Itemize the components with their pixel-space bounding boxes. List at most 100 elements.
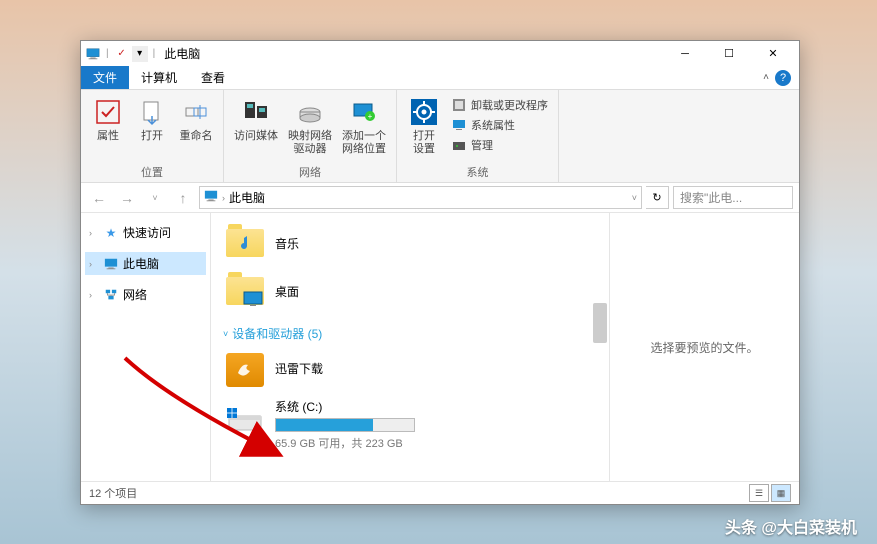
ribbon-label: 系统属性 [471,117,515,133]
content-area: › ★ 快速访问 › 此电脑 › 网络 [81,213,799,481]
uninstall-button[interactable]: 卸载或更改程序 [449,96,550,114]
back-button[interactable]: ← [87,186,111,210]
nav-this-pc[interactable]: › 此电脑 [85,252,206,275]
scrollbar-thumb[interactable] [593,303,607,343]
chevron-right-icon: › [89,290,99,300]
ribbon-group-location: 属性 打开 重命名 位置 [81,90,224,182]
access-media-button[interactable]: 访问媒体 [232,94,280,145]
window-controls: ─ ☐ ✕ [663,41,795,66]
rename-icon [180,96,212,128]
item-label: 桌面 [275,283,299,300]
navigation-pane: › ★ 快速访问 › 此电脑 › 网络 [81,213,211,481]
tab-view[interactable]: 查看 [189,66,237,89]
desktop-folder-icon [225,271,265,311]
pc-icon[interactable] [85,46,101,62]
refresh-button[interactable]: ↻ [646,186,669,209]
tiles-view-button[interactable]: ▦ [771,484,791,502]
ribbon: 属性 打开 重命名 位置 访问媒体 [81,90,799,183]
map-drive-button[interactable]: 映射网络 驱动器 [286,94,334,158]
qat-separator: | [106,48,109,59]
close-button[interactable]: ✕ [751,41,795,66]
checkmark-icon[interactable]: ✓ [114,46,130,62]
ribbon-group-name: 网络 [232,162,388,180]
rename-button[interactable]: 重命名 [177,94,215,145]
qat-icons: | ✓ ▾ | [85,46,158,62]
capacity-bar [275,418,415,432]
drive-details: 系统 (C:) 65.9 GB 可用，共 223 GB [275,398,415,451]
drive-icon [225,398,265,438]
chevron-up-icon[interactable]: ˄ [763,72,769,83]
chevron-down-icon: ˅ [223,329,228,339]
add-location-button[interactable]: + 添加一个 网络位置 [340,94,388,158]
item-count: 12 个项目 [89,485,137,501]
recent-dropdown[interactable]: ˅ [143,186,167,210]
breadcrumb[interactable]: › 此电脑 ˅ [199,186,642,209]
item-label: 迅雷下载 [275,360,323,377]
drive-c[interactable]: 系统 (C:) 65.9 GB 可用，共 223 GB [219,394,601,455]
breadcrumb-item[interactable]: 此电脑 [229,189,265,206]
manage-button[interactable]: 管理 [449,136,550,154]
search-input[interactable]: 搜索"此电... [673,186,793,209]
properties-button[interactable]: 属性 [89,94,127,145]
minimize-button[interactable]: ─ [663,41,707,66]
ribbon-label: 映射网络 驱动器 [288,130,332,156]
manage-icon [451,137,467,153]
capacity-fill [276,419,373,431]
details-view-button[interactable]: ☰ [749,484,769,502]
tab-computer[interactable]: 计算机 [129,66,189,89]
star-icon: ★ [103,225,119,241]
ribbon-label: 添加一个 网络位置 [342,130,386,156]
ribbon-tabs: 文件 计算机 查看 ˄ ? [81,66,799,90]
window-title: 此电脑 [164,45,200,62]
ribbon-group-network: 访问媒体 映射网络 驱动器 + 添加一个 网络位置 网络 [224,90,397,182]
settings-icon [408,96,440,128]
maximize-button[interactable]: ☐ [707,41,751,66]
checkmark-icon [92,96,124,128]
title-bar: | ✓ ▾ | 此电脑 ─ ☐ ✕ [81,41,799,66]
capacity-text: 65.9 GB 可用，共 223 GB [275,435,415,451]
view-buttons: ☰ ▦ [749,484,791,502]
network-location-icon: + [348,96,380,128]
dropdown-icon[interactable]: ˅ [632,193,637,203]
ribbon-label: 卸载或更改程序 [471,97,548,113]
music-folder-icon [225,223,265,263]
dropdown-icon[interactable]: ▾ [132,46,148,62]
explorer-window: | ✓ ▾ | 此电脑 ─ ☐ ✕ 文件 计算机 查看 ˄ ? 属性 [80,40,800,505]
media-icon [240,96,272,128]
pc-icon [204,189,218,206]
help-icon[interactable]: ? [775,70,791,86]
watermark: 头条 @大白菜装机 [725,514,857,538]
system-properties-button[interactable]: 系统属性 [449,116,550,134]
address-bar: ← → ˅ ↑ › 此电脑 ˅ ↻ 搜索"此电... [81,183,799,213]
ribbon-right: ˄ ? [763,66,799,89]
open-icon [136,96,168,128]
folder-music[interactable]: 音乐 [219,219,601,267]
breadcrumb-sep: › [222,193,225,203]
nav-network[interactable]: › 网络 [85,283,206,306]
pc-icon [103,256,119,272]
network-icon [103,287,119,303]
nav-quick-access[interactable]: › ★ 快速访问 [85,221,206,244]
tab-file[interactable]: 文件 [81,66,129,89]
preview-text: 选择要预览的文件。 [650,339,758,356]
folder-xunlei[interactable]: 迅雷下载 [219,346,601,394]
open-settings-button[interactable]: 打开 设置 [405,94,443,158]
preview-pane: 选择要预览的文件。 [609,213,799,481]
devices-section-header[interactable]: ˅ 设备和驱动器 (5) [219,315,601,346]
ribbon-label: 重命名 [180,130,213,143]
qat-separator2: | [153,48,156,59]
nav-label: 快速访问 [123,224,171,241]
forward-button[interactable]: → [115,186,139,210]
status-bar: 12 个项目 ☰ ▦ [81,481,799,504]
ribbon-group-name: 系统 [405,162,550,180]
section-label: 设备和驱动器 (5) [232,325,322,342]
system-small-list: 卸载或更改程序 系统属性 管理 [449,94,550,156]
ribbon-label: 属性 [97,130,119,143]
open-button[interactable]: 打开 [133,94,171,145]
xunlei-icon [225,350,265,390]
up-button[interactable]: ↑ [171,186,195,210]
file-list[interactable]: 音乐 桌面 ˅ 设备和驱动器 (5) [211,213,609,481]
folder-desktop[interactable]: 桌面 [219,267,601,315]
drive-icon [294,96,326,128]
ribbon-label: 打开 设置 [413,130,435,156]
